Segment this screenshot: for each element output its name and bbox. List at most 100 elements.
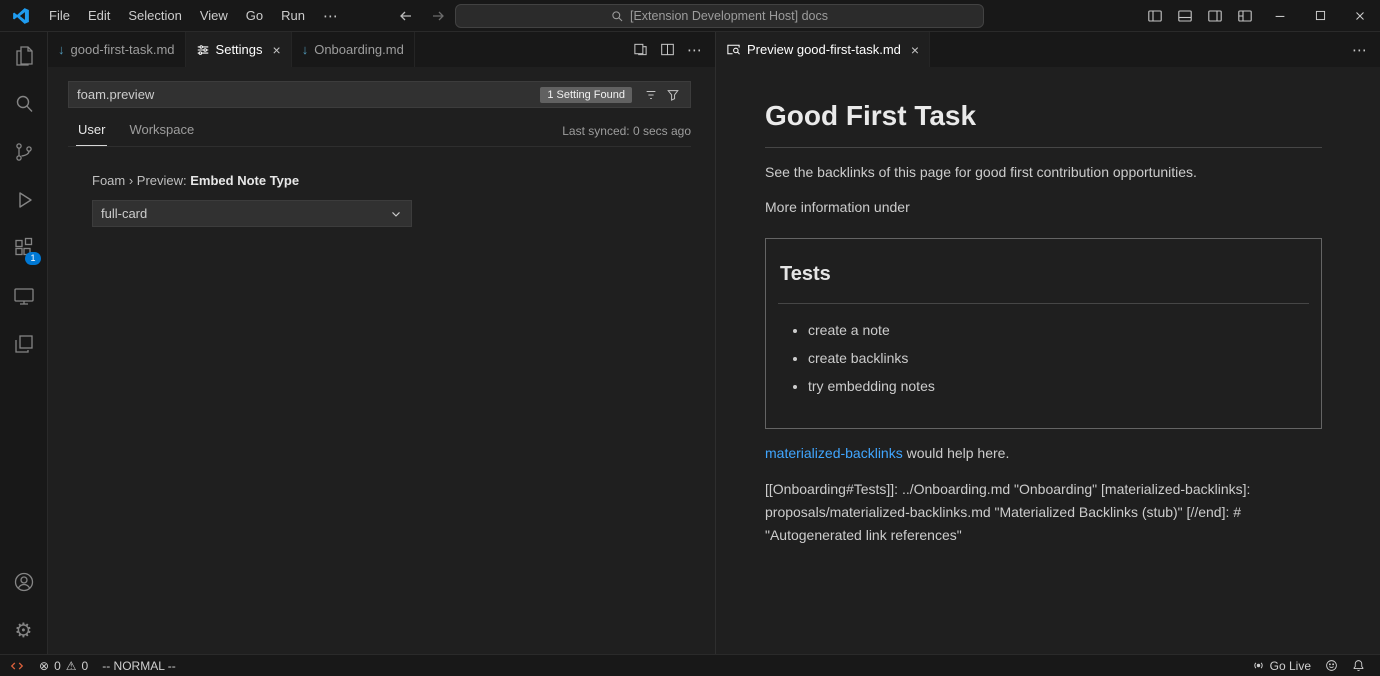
settings-search-input[interactable]: foam.preview 1 Setting Found [68, 81, 691, 108]
toggle-panel-icon[interactable] [1170, 0, 1200, 31]
chevron-down-icon [389, 207, 403, 221]
go-live-label: Go Live [1270, 659, 1311, 673]
dropdown-value: full-card [101, 206, 147, 221]
toggle-secondary-sidebar-icon[interactable] [1200, 0, 1230, 31]
vim-mode-indicator[interactable]: -- NORMAL -- [95, 655, 183, 676]
error-icon: ⊗ [39, 660, 49, 672]
editor-group-right: Preview good-first-task.md × ⋯ Good Firs… [716, 32, 1380, 654]
tabbar-right: Preview good-first-task.md × ⋯ [716, 32, 1380, 67]
embed-note-type-dropdown[interactable]: full-card [92, 200, 412, 227]
close-window-button[interactable] [1340, 0, 1380, 31]
more-actions-icon[interactable]: ⋯ [1352, 41, 1368, 59]
embed-task-list: create a note create backlinks try embed… [778, 320, 1309, 397]
history-navigation [398, 0, 446, 32]
search-icon [611, 10, 624, 23]
extensions-badge: 1 [25, 252, 40, 265]
materialized-backlinks-link[interactable]: materialized-backlinks [765, 445, 903, 461]
maximize-button[interactable] [1300, 0, 1340, 31]
clear-filters-icon[interactable] [640, 88, 662, 102]
back-arrow-icon[interactable] [398, 8, 414, 24]
vscode-logo-icon [12, 7, 30, 25]
menu-run[interactable]: Run [272, 0, 314, 31]
menu-more-icon[interactable]: ⋯ [314, 0, 348, 31]
menu-file[interactable]: File [40, 0, 79, 31]
account-icon[interactable] [0, 558, 48, 606]
toggle-sidebar-icon[interactable] [1140, 0, 1170, 31]
editor-actions-left: ⋯ [633, 32, 715, 67]
embed-heading: Tests [778, 253, 1309, 304]
menu-go[interactable]: Go [237, 0, 272, 31]
list-item: create backlinks [808, 348, 1309, 369]
command-center-label: [Extension Development Host] docs [630, 9, 828, 23]
status-bar: ⊗ 0 ⚠ 0 -- NORMAL -- Go Live [0, 654, 1380, 676]
scope-tab-user[interactable]: User [76, 122, 107, 146]
settings-search-value: foam.preview [77, 87, 540, 102]
error-count: 0 [54, 659, 61, 673]
remote-indicator-icon[interactable] [0, 655, 32, 676]
minimize-button[interactable] [1260, 0, 1300, 31]
tab-onboarding[interactable]: ↓ Onboarding.md [292, 32, 415, 67]
menu-selection[interactable]: Selection [119, 0, 190, 31]
menu-edit[interactable]: Edit [79, 0, 119, 31]
explorer-icon[interactable] [0, 32, 48, 80]
titlebar: File Edit Selection View Go Run ⋯ [Exten… [0, 0, 1380, 32]
split-editor-icon[interactable] [660, 42, 675, 57]
editor-actions-right: ⋯ [1352, 32, 1380, 67]
warning-count: 0 [82, 659, 89, 673]
search-view-icon[interactable] [0, 80, 48, 128]
feedback-icon[interactable] [1318, 655, 1345, 676]
setting-category: Foam › Preview: [92, 173, 190, 188]
tab-label: Onboarding.md [314, 42, 404, 57]
more-actions-icon[interactable]: ⋯ [687, 41, 703, 59]
settings-found-badge: 1 Setting Found [540, 87, 632, 103]
preview-paragraph: materialized-backlinks would help here. [765, 443, 1322, 464]
settings-editor: foam.preview 1 Setting Found User Worksp… [48, 67, 715, 654]
remote-explorer-icon[interactable] [0, 272, 48, 320]
menu-view[interactable]: View [191, 0, 237, 31]
tab-settings[interactable]: Settings × [186, 32, 292, 67]
activity-bar: 1 ⚙ [0, 32, 48, 654]
open-preview-icon [726, 42, 741, 57]
tab-good-first-task[interactable]: ↓ good-first-task.md [48, 32, 186, 67]
forward-arrow-icon[interactable] [430, 8, 446, 24]
preview-paragraph: See the backlinks of this page for good … [765, 162, 1322, 183]
markdown-file-icon: ↓ [302, 42, 309, 57]
list-item: try embedding notes [808, 376, 1309, 397]
menu-bar: File Edit Selection View Go Run ⋯ [40, 0, 348, 31]
settings-gear-icon[interactable]: ⚙ [0, 606, 48, 654]
go-live-button[interactable]: Go Live [1245, 655, 1318, 676]
tab-label: Preview good-first-task.md [747, 42, 901, 57]
tab-label: good-first-task.md [71, 42, 175, 57]
tab-label: Settings [216, 42, 263, 57]
settings-sliders-icon [196, 43, 210, 57]
list-item: create a note [808, 320, 1309, 341]
setting-name: Embed Note Type [190, 173, 299, 188]
notifications-bell-icon[interactable] [1345, 655, 1372, 676]
customize-layout-icon[interactable] [1230, 0, 1260, 31]
preview-paragraph: More information under [765, 197, 1322, 218]
tab-preview-good-first-task[interactable]: Preview good-first-task.md × [716, 32, 930, 67]
workbench: 1 ⚙ ↓ good-first-task.md [0, 32, 1380, 654]
open-settings-json-icon[interactable] [633, 42, 648, 57]
broadcast-icon [1252, 659, 1265, 672]
scope-tab-workspace[interactable]: Workspace [127, 122, 196, 146]
link-references-text: [[Onboarding#Tests]]: ../Onboarding.md "… [765, 478, 1322, 547]
markdown-file-icon: ↓ [58, 42, 65, 57]
link-tail-text: would help here. [903, 445, 1010, 461]
setting-title: Foam › Preview: Embed Note Type [92, 173, 691, 188]
close-tab-icon[interactable]: × [273, 43, 281, 57]
extensions-icon[interactable]: 1 [0, 224, 48, 272]
vscode-window: File Edit Selection View Go Run ⋯ [Exten… [0, 0, 1380, 676]
problems-indicator[interactable]: ⊗ 0 ⚠ 0 [32, 655, 95, 676]
settings-scope-tabs: User Workspace Last synced: 0 secs ago [68, 116, 691, 147]
editor-group-left: ↓ good-first-task.md Settings × ↓ Onboar… [48, 32, 716, 654]
run-debug-icon[interactable] [0, 176, 48, 224]
command-center-search[interactable]: [Extension Development Host] docs [455, 4, 984, 28]
filter-funnel-icon[interactable] [662, 88, 684, 102]
warning-icon: ⚠ [66, 660, 77, 672]
editor-area: ↓ good-first-task.md Settings × ↓ Onboar… [48, 32, 1380, 654]
source-control-icon[interactable] [0, 128, 48, 176]
close-tab-icon[interactable]: × [911, 43, 919, 57]
tabbar-left: ↓ good-first-task.md Settings × ↓ Onboar… [48, 32, 715, 67]
windows-view-icon[interactable] [0, 320, 48, 368]
